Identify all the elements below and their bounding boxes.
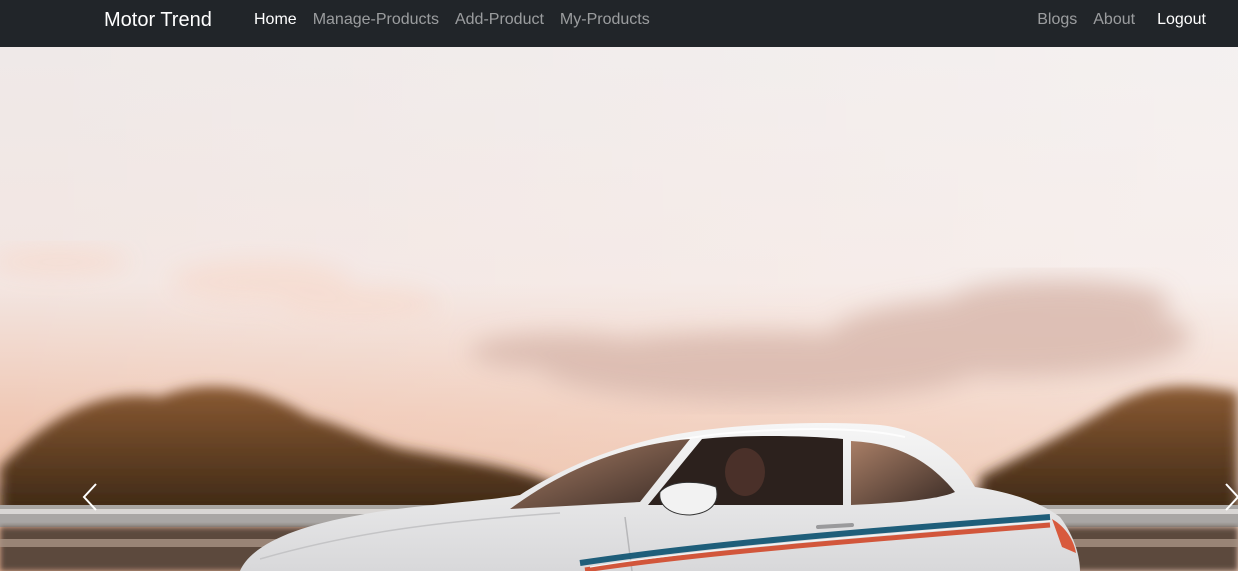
nav-manage-products-link[interactable]: Manage-Products: [313, 10, 439, 30]
chevron-left-icon: [82, 483, 97, 511]
nav-logout-link[interactable]: Logout: [1157, 10, 1206, 30]
primary-nav: Home Manage-Products Add-Product My-Prod…: [254, 10, 650, 30]
chevron-right-icon: [1225, 483, 1238, 511]
carousel-prev-control[interactable]: [70, 467, 110, 527]
secondary-nav: Blogs About Logout: [1037, 10, 1206, 30]
hero-car-image: [0, 47, 1238, 571]
nav-home-link[interactable]: Home: [254, 10, 297, 30]
brand-logo-link[interactable]: Motor Trend: [104, 8, 212, 32]
nav-add-product-link[interactable]: Add-Product: [455, 10, 544, 30]
nav-blogs-link[interactable]: Blogs: [1037, 10, 1077, 30]
hero-carousel: [0, 47, 1238, 571]
top-navbar: Motor Trend Home Manage-Products Add-Pro…: [0, 0, 1238, 47]
nav-about-link[interactable]: About: [1093, 10, 1135, 30]
carousel-next-control[interactable]: [1212, 467, 1238, 527]
nav-my-products-link[interactable]: My-Products: [560, 10, 650, 30]
